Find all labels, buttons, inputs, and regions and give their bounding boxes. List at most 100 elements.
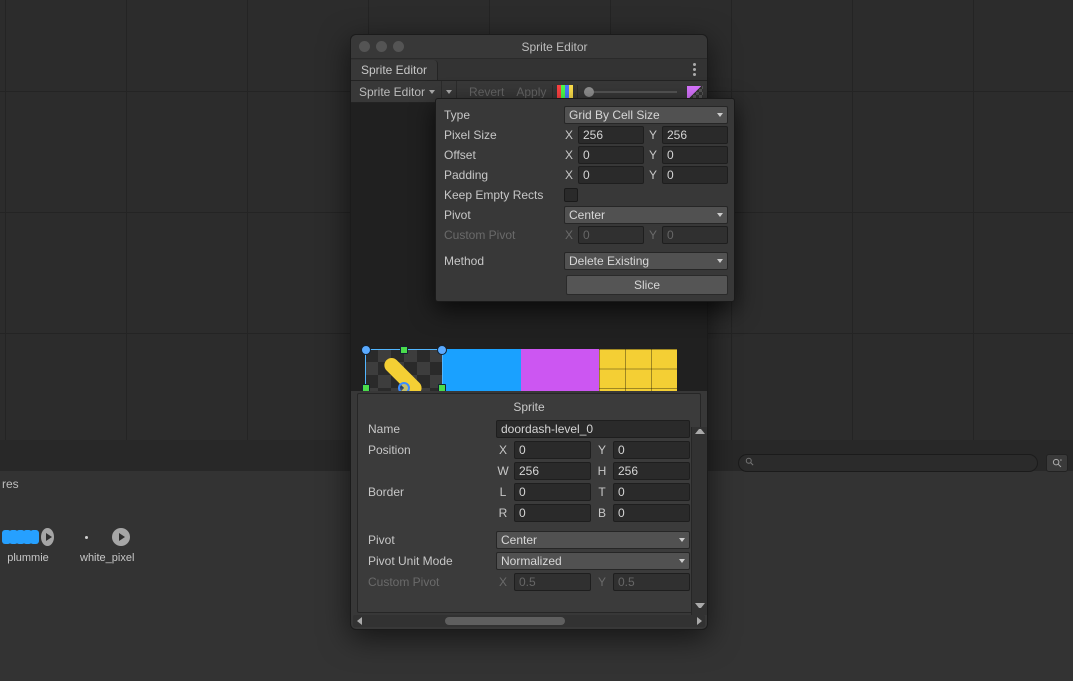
scroll-right-icon[interactable] [693,615,705,627]
tab-sprite-editor[interactable]: Sprite Editor [351,60,438,80]
pivot-select[interactable]: Center [564,206,728,224]
pivot-unit-label: Pivot Unit Mode [368,554,492,568]
pad-y-input[interactable] [662,166,728,184]
asset-plummie[interactable]: plummie [2,526,54,564]
close-icon[interactable] [359,41,370,52]
scrollbar-track[interactable] [365,617,693,625]
mode-dropdown-label: Sprite Editor [359,85,425,99]
pivot-select[interactable]: Center [496,531,690,549]
pivot-unit-select[interactable]: Normalized [496,552,690,570]
window-titlebar[interactable]: Sprite Editor [351,35,707,59]
pos-y-input[interactable] [613,441,690,459]
type-label: Type [442,108,560,122]
chevron-down-icon [679,559,685,563]
folder-label-fragment: res [2,477,19,491]
bd-l-input[interactable] [514,483,591,501]
offset-label: Offset [442,148,560,162]
h-label: H [595,464,609,478]
r-label: R [496,506,510,520]
revert-button: Revert [463,85,510,99]
type-select[interactable]: Grid By Cell Size [564,106,728,124]
rgb-toggle-icon[interactable] [557,85,573,98]
bd-r-input[interactable] [514,504,591,522]
pos-h-input[interactable] [613,462,690,480]
keep-empty-label: Keep Empty Rects [442,188,560,202]
tab-bar: Sprite Editor [351,59,707,81]
window-title: Sprite Editor [410,40,699,54]
pivot-label: Pivot [442,208,560,222]
project-search[interactable] [738,454,1038,472]
minimize-icon[interactable] [376,41,387,52]
horizontal-scrollbar[interactable] [353,615,705,627]
method-select[interactable]: Delete Existing [564,252,728,270]
w-label: W [496,464,510,478]
pixel-x-input[interactable] [578,126,644,144]
zoom-slider[interactable] [578,85,683,99]
asset-label: plummie [7,552,49,564]
search-options-button[interactable] [1046,454,1068,472]
chevron-down-icon [446,90,452,94]
chevron-down-icon [717,259,723,263]
pad-x-input[interactable] [578,166,644,184]
name-label: Name [368,422,492,436]
cp-y-input [662,226,728,244]
position-label: Position [368,443,492,457]
expand-icon[interactable] [41,528,54,546]
border-label: Border [368,485,492,499]
bd-t-input[interactable] [613,483,690,501]
custom-pivot-label: Custom Pivot [368,575,492,589]
scroll-left-icon[interactable] [353,615,365,627]
offset-x-input[interactable] [578,146,644,164]
name-input[interactable] [496,420,690,438]
chevron-sprite [373,357,435,391]
method-label: Method [442,254,560,268]
cp-x-input [578,226,644,244]
chevron-down-icon [717,213,723,217]
b-label: B [595,506,609,520]
expand-icon[interactable] [112,528,130,546]
t-label: T [595,485,609,499]
pivot-label: Pivot [368,533,492,547]
info-vertical-scrollbar[interactable] [691,427,707,615]
x-label: X [496,443,510,457]
scroll-down-icon[interactable] [695,603,705,613]
project-search-input[interactable] [759,457,1031,469]
chevron-down-icon [429,90,435,94]
l-label: L [496,485,510,499]
cp-y-input [613,573,690,591]
sprite-tile-3[interactable] [599,349,677,391]
pos-w-input[interactable] [514,462,591,480]
y-label: Y [595,443,609,457]
pixel-size-label: Pixel Size [442,128,560,142]
chevron-down-icon [717,113,723,117]
scroll-up-icon[interactable] [695,429,705,439]
slice-button[interactable]: Slice [566,275,728,295]
sprite-tile-2[interactable] [521,349,599,391]
slice-panel: Type Grid By Cell Size Pixel Size X Y Of… [435,98,735,302]
bd-b-input[interactable] [613,504,690,522]
apply-button: Apply [510,85,552,99]
sprite-tile-0[interactable] [365,349,443,391]
chevron-down-icon [679,538,685,542]
cp-x-input [514,573,591,591]
asset-white-pixel[interactable]: white_pixel [80,526,134,564]
asset-label: white_pixel [80,552,134,564]
sprite-strip [365,349,677,391]
keep-empty-checkbox[interactable] [564,188,578,202]
alpha-toggle-icon[interactable] [687,86,703,98]
sprite-tile-1[interactable] [443,349,521,391]
scrollbar-thumb[interactable] [445,617,565,625]
asset-preview [85,536,88,539]
pixel-y-input[interactable] [662,126,728,144]
padding-label: Padding [442,168,560,182]
sprite-info-panel: Sprite Name Position X Y W H Border L T [357,393,701,613]
asset-preview [2,530,37,544]
custom-pivot-label: Custom Pivot [442,228,560,242]
context-menu-icon[interactable] [687,62,701,76]
mode-dropdown[interactable]: Sprite Editor [351,81,442,102]
offset-y-input[interactable] [662,146,728,164]
pos-x-input[interactable] [514,441,591,459]
search-icon [745,456,755,470]
maximize-icon[interactable] [393,41,404,52]
panel-header: Sprite [368,400,690,418]
